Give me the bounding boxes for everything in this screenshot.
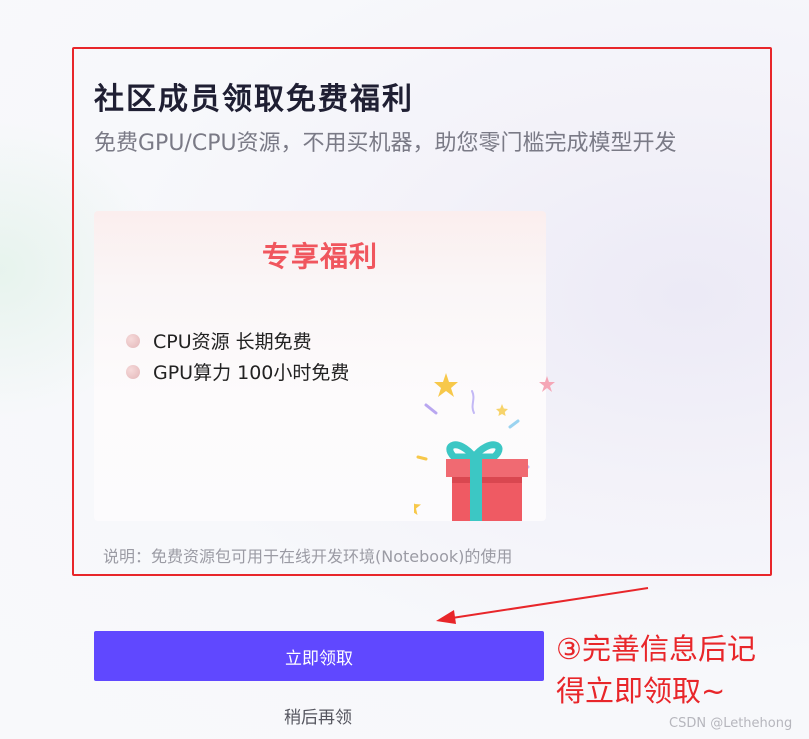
confetti-icon [416,455,428,461]
claim-later-link[interactable]: 稍后再领 [284,703,352,728]
benefit-card-heading: 专享福利 [261,240,378,273]
gift-ribbon [470,459,482,521]
star-icon [434,373,458,397]
bullet-dot-icon [126,364,140,379]
dialog-subtitle: 免费GPU/CPU资源，不用买机器，助您零门槛完成模型开发 [94,131,677,156]
confetti-icon [508,419,520,429]
usage-note: 说明：免费资源包可用于在线开发环境(Notebook)的使用 [103,547,513,566]
benefit-card: 专享福利 CPU资源 长期免费 GPU算力 100小时免费 [94,211,546,521]
bullet-dot-icon [126,333,140,348]
annotation-arrow-icon [436,587,649,624]
gift-lid [446,459,528,477]
annotation-callout-line: ③完善信息后记 [556,632,756,666]
annotation-callout: ③完善信息后记 得立即领取~ [556,628,756,712]
annotation-callout-line: 得立即领取~ [556,674,726,708]
dialog-title: 社区成员领取免费福利 [94,82,414,117]
benefit-item-cpu: CPU资源 长期免费 [126,327,312,354]
confetti-icon [424,403,438,415]
star-icon [539,376,555,392]
gift-body-shade [452,477,522,483]
claim-now-button[interactable]: 立即领取 [94,631,544,681]
benefit-item-label: GPU算力 100小时免费 [153,362,350,384]
benefit-item-gpu: GPU算力 100小时免费 [126,358,349,385]
gift-bow [446,441,478,461]
gift-box-illustration [414,373,530,521]
star-icon [414,502,421,515]
gift-bow [470,441,503,461]
star-icon [496,404,508,416]
gift-body [452,477,522,521]
benefit-item-label: CPU资源 长期免费 [153,331,312,353]
watermark: CSDN @Lethehong [669,716,793,731]
confetti-icon [471,390,475,414]
